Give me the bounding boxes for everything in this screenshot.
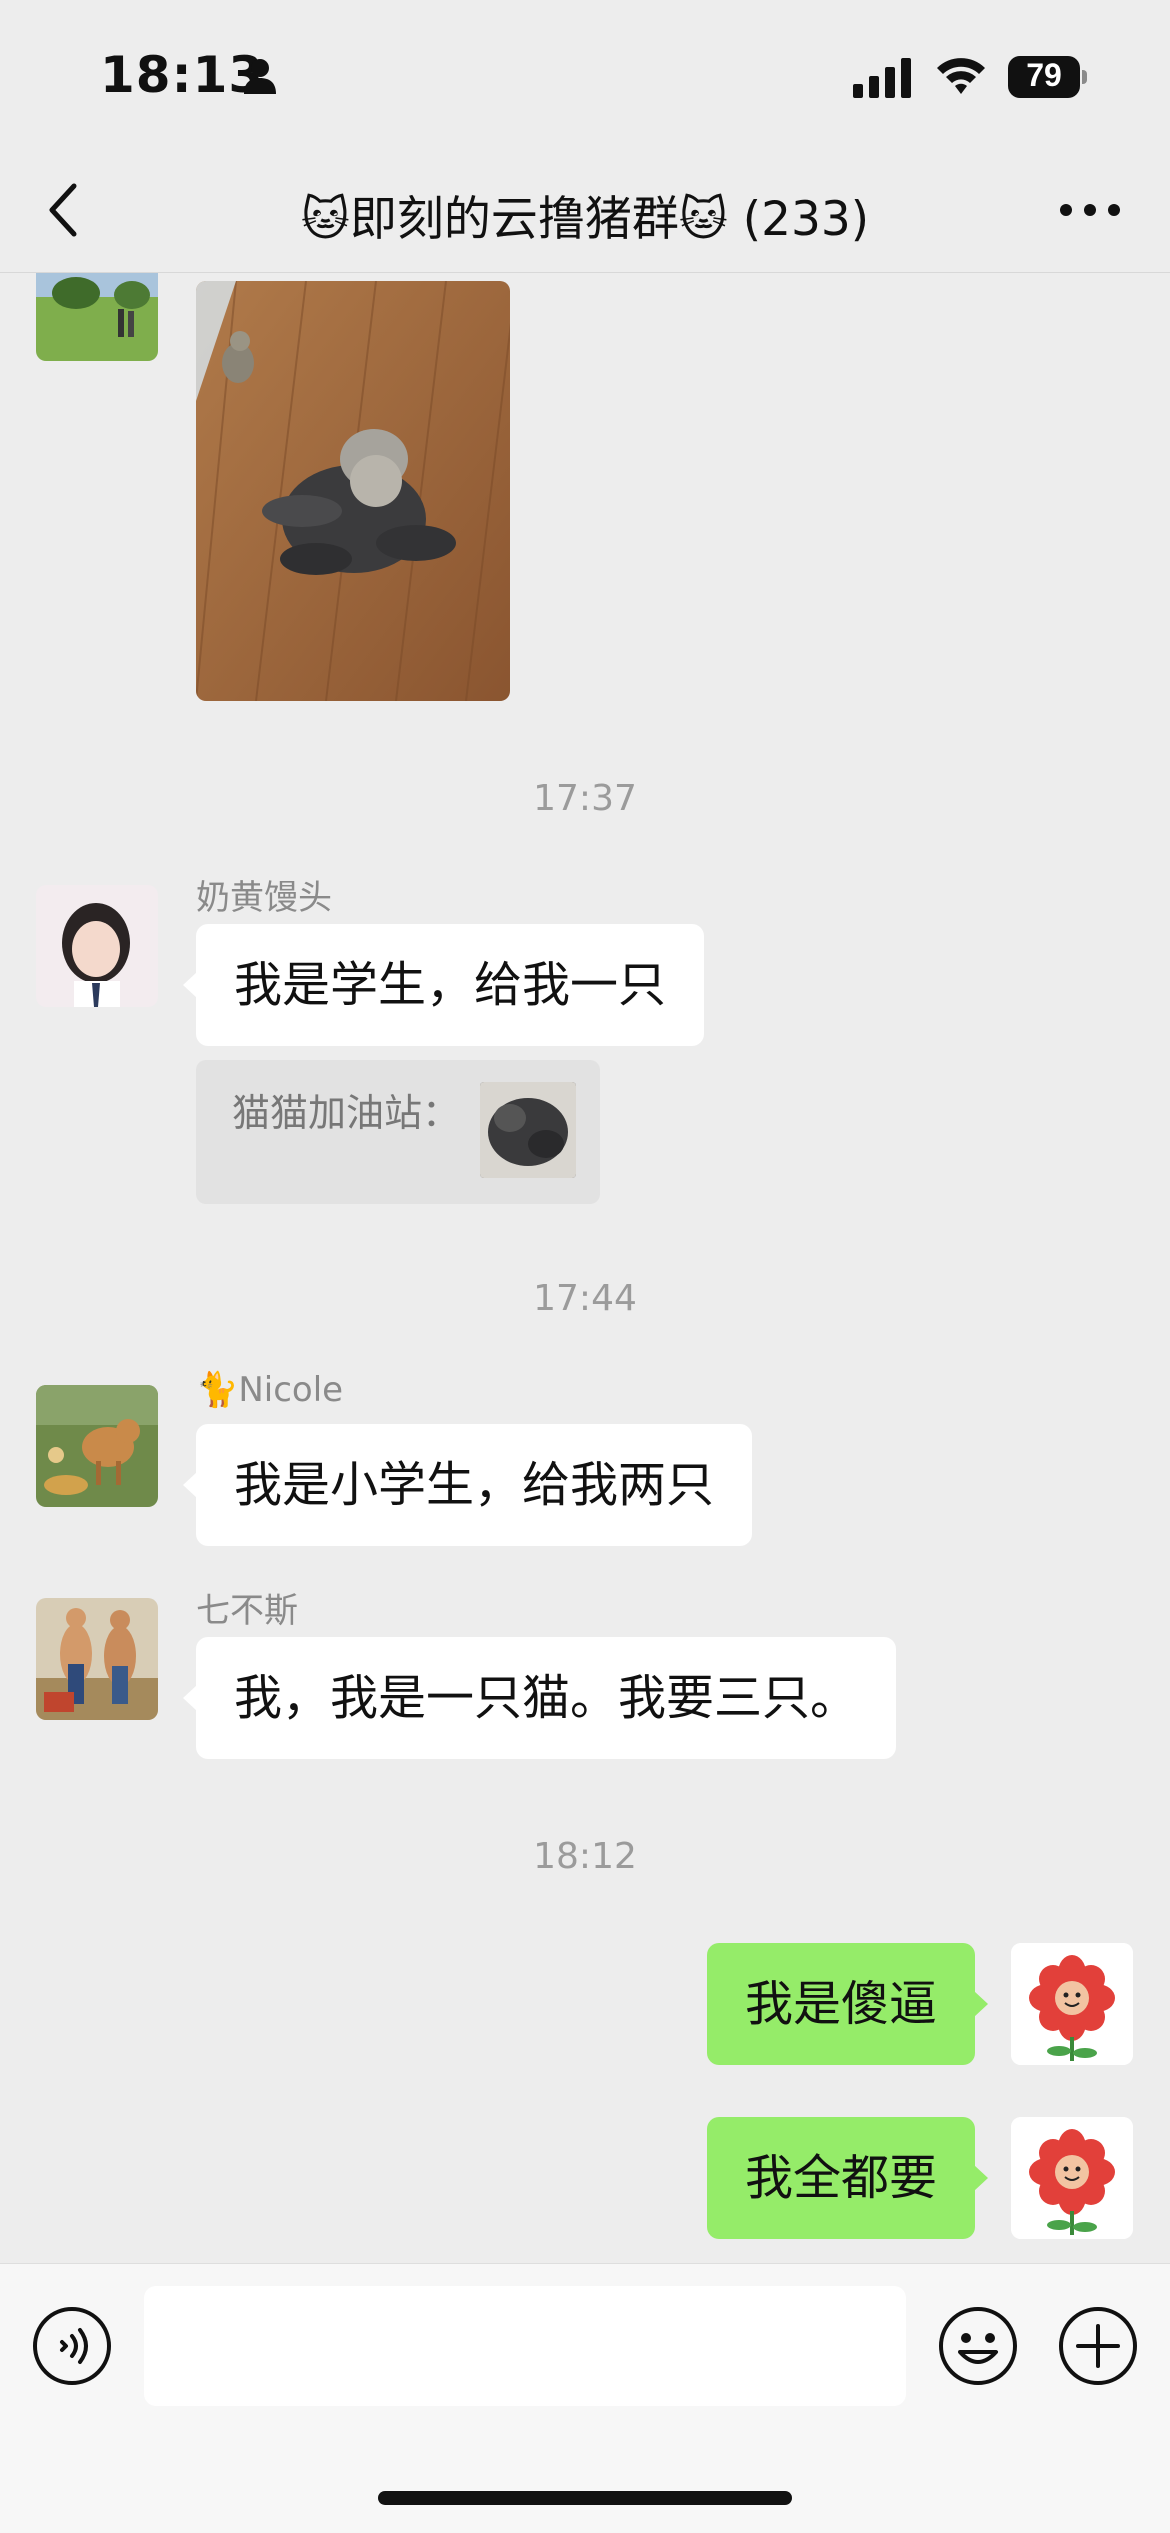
person-icon bbox=[244, 59, 276, 94]
smiley-icon[interactable] bbox=[938, 2306, 1018, 2386]
message-input[interactable] bbox=[144, 2286, 906, 2406]
message-bubble[interactable]: 我，我是一只猫。我要三只。 bbox=[182, 1637, 897, 1759]
more-button[interactable] bbox=[1050, 186, 1130, 234]
plus-icon[interactable] bbox=[1058, 2306, 1138, 2386]
quoted-message[interactable]: 猫猫加油站： bbox=[196, 1060, 600, 1204]
signal-icon bbox=[853, 58, 911, 98]
status-time: 18:13 bbox=[100, 46, 265, 104]
battery-icon: 79 bbox=[1008, 56, 1088, 98]
nav-bar: 🐱即刻的云撸猪群🐱 (233) bbox=[0, 150, 1170, 273]
chat-title: 🐱即刻的云撸猪群🐱 (233) bbox=[300, 192, 870, 247]
home-indicator[interactable] bbox=[378, 2491, 792, 2505]
avatar[interactable] bbox=[36, 885, 158, 1007]
back-button[interactable] bbox=[36, 172, 96, 248]
message-timestamp: 18:12 bbox=[533, 1836, 637, 1877]
chat-area[interactable]: 17:37 奶黄馒头 我是学生，给我一只 猫猫加油站： 17:44 🐈Nicol… bbox=[0, 273, 1170, 2263]
voice-icon[interactable] bbox=[32, 2306, 112, 2386]
my-message-bubble[interactable]: 我全都要 bbox=[706, 2117, 989, 2239]
status-bar: 18:13 79 bbox=[0, 0, 1170, 150]
battery-level: 79 bbox=[1026, 57, 1062, 93]
wifi-icon bbox=[937, 58, 985, 94]
message-timestamp: 17:44 bbox=[533, 1278, 637, 1319]
my-message-bubble[interactable]: 我是傻逼 bbox=[706, 1943, 989, 2065]
my-avatar[interactable] bbox=[1011, 2117, 1133, 2239]
quote-thumbnail[interactable] bbox=[480, 1082, 576, 1178]
my-avatar[interactable] bbox=[1011, 1943, 1133, 2065]
avatar[interactable] bbox=[36, 1385, 158, 1507]
sender-name: 🐈Nicole bbox=[196, 1370, 344, 1410]
message-bubble[interactable]: 我是学生，给我一只 bbox=[182, 924, 705, 1046]
input-bar bbox=[0, 2263, 1170, 2533]
cat-photo[interactable] bbox=[196, 281, 510, 701]
avatar[interactable] bbox=[36, 273, 158, 361]
quote-text: 猫猫加油站： bbox=[232, 1091, 461, 1135]
message-bubble[interactable]: 我是小学生，给我两只 bbox=[182, 1424, 753, 1546]
sender-name: 奶黄馒头 bbox=[196, 878, 332, 918]
sender-name: 七不斯 bbox=[196, 1591, 298, 1631]
message-timestamp: 17:37 bbox=[533, 778, 637, 819]
avatar[interactable] bbox=[36, 1598, 158, 1720]
